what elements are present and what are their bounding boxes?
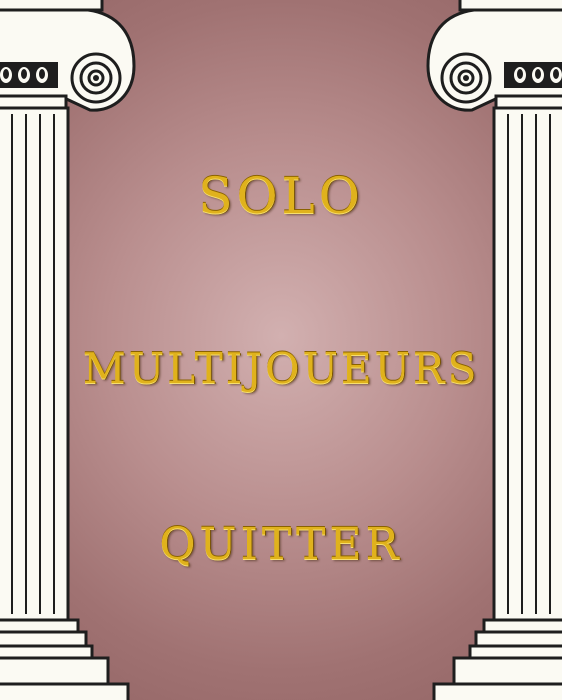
multiplayer-button[interactable]: MULTIJOUEURS [70, 344, 492, 394]
quit-button[interactable]: QUITTER [70, 518, 492, 572]
solo-button[interactable]: SOLO [70, 168, 492, 224]
main-menu: SOLO MULTIJOUEURS QUITTER [0, 0, 562, 700]
